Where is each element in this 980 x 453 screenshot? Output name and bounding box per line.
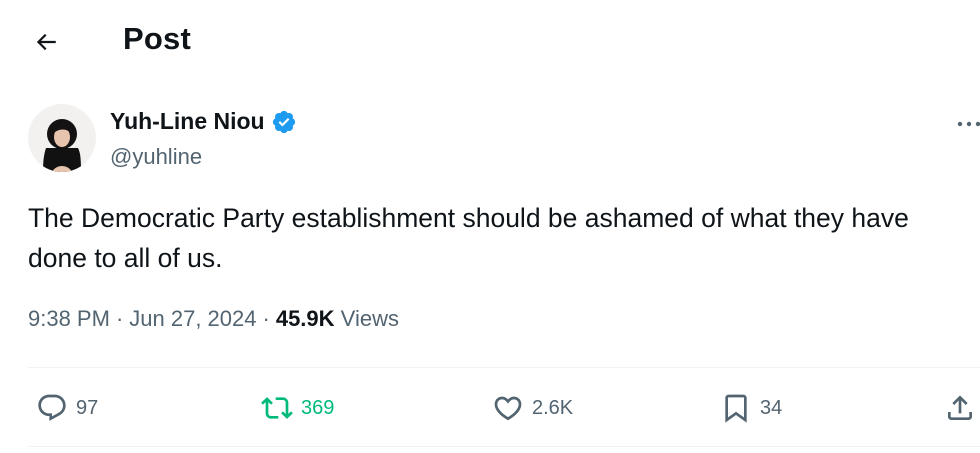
back-button[interactable] (26, 22, 66, 62)
avatar-image (28, 104, 96, 172)
post-meta: 9:38 PM · Jun 27, 2024 · 45.9K Views (28, 306, 399, 332)
meta-separator: · (115, 306, 124, 331)
like-button[interactable]: 2.6K (492, 386, 573, 430)
reply-count: 97 (76, 396, 99, 419)
post-text: The Democratic Party establishment shoul… (28, 203, 909, 273)
bookmark-count: 34 (760, 396, 783, 419)
post-actions-bar: 97 369 2.6K 34 (0, 386, 980, 430)
repost-button[interactable]: 369 (261, 386, 334, 430)
post-date[interactable]: Jun 27, 2024 (129, 306, 256, 331)
meta-separator: · (262, 306, 270, 331)
author-handle[interactable]: @yuhline (110, 144, 202, 170)
display-name[interactable]: Yuh-Line Niou (110, 108, 265, 135)
arrow-left-icon (36, 33, 56, 51)
post-author: Yuh-Line Niou @yuhline (28, 104, 980, 174)
repost-icon (261, 397, 293, 419)
bookmark-icon (725, 394, 747, 423)
heart-icon (494, 396, 522, 421)
post-time[interactable]: 9:38 PM (28, 306, 110, 331)
repost-count: 369 (301, 396, 335, 419)
more-horizontal-icon (957, 121, 980, 127)
like-count: 2.6K (532, 396, 574, 419)
reply-icon (38, 394, 66, 421)
reply-button[interactable]: 97 (36, 386, 98, 430)
name-row: Yuh-Line Niou (110, 108, 297, 135)
page-header: Post (0, 0, 980, 80)
views-count: 45.9K (275, 306, 335, 331)
more-options-button[interactable] (954, 110, 980, 140)
share-button[interactable] (944, 386, 976, 430)
views-label: Views (340, 306, 399, 331)
verified-badge-icon[interactable] (271, 109, 297, 135)
divider (28, 367, 980, 368)
avatar[interactable] (28, 104, 96, 172)
bookmark-button[interactable]: 34 (720, 386, 782, 430)
divider (28, 446, 980, 447)
share-icon (948, 395, 972, 420)
page-title: Post (123, 21, 191, 56)
